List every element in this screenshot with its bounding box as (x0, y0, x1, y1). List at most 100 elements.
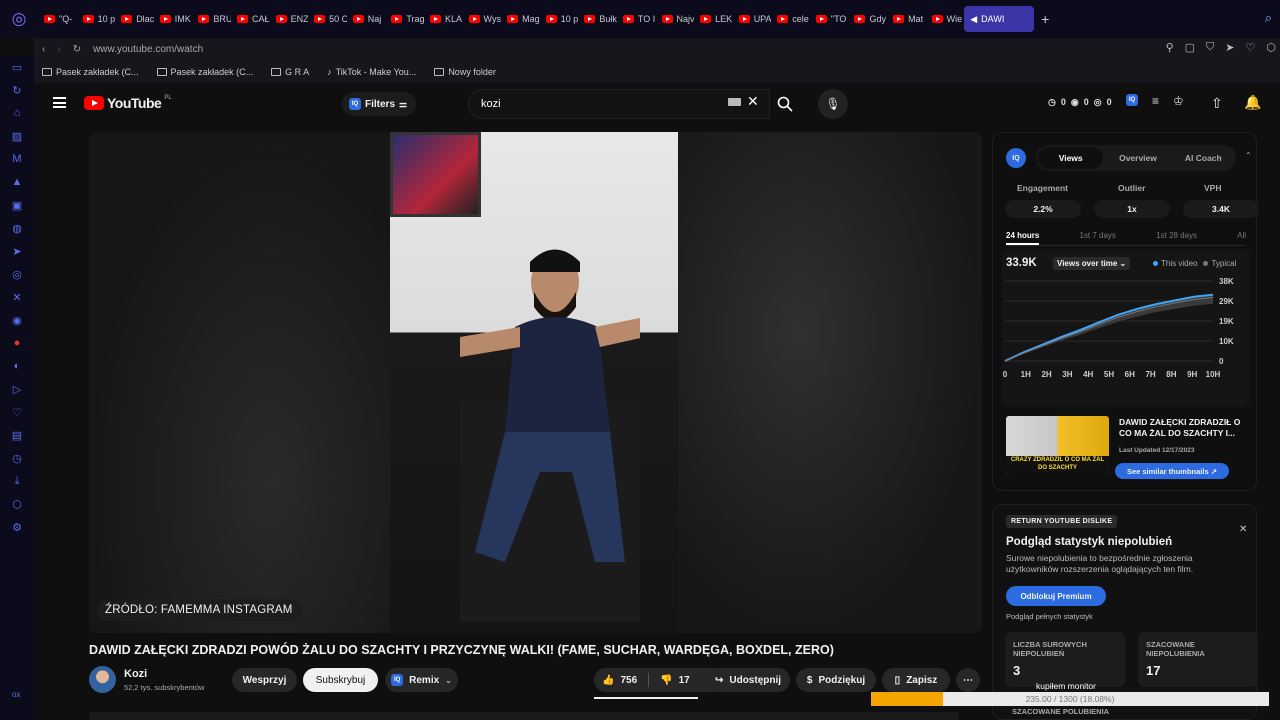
iq-icon[interactable]: IQ (1126, 94, 1138, 106)
range-all[interactable]: All (1237, 231, 1246, 245)
list-icon[interactable]: ≡ (1152, 94, 1159, 108)
new-tab-button[interactable]: + (1034, 11, 1056, 27)
filters-button[interactable]: IQ Filters ⚌ (342, 92, 416, 116)
notifications-icon[interactable]: 🔔 (1244, 94, 1261, 111)
browser-tab[interactable]: Wie (926, 6, 965, 32)
menu-icon[interactable] (53, 97, 66, 108)
media-icon[interactable]: M (10, 152, 24, 166)
tabs-icon[interactable]: ▤ (10, 428, 24, 442)
forward-icon[interactable]: › (57, 44, 60, 55)
browser-tab[interactable]: Mag (501, 6, 540, 32)
remix-button[interactable]: IQ Remix ⌄ (385, 668, 458, 692)
browser-tab[interactable]: Gdy (848, 6, 887, 32)
download-icon[interactable]: ⤓ (10, 474, 24, 488)
wallet-icon[interactable]: ▭ (10, 60, 24, 74)
chart-selector[interactable]: Views over time ⌄ (1053, 257, 1131, 270)
tab-ai-coach[interactable]: AI Coach (1171, 145, 1236, 171)
heart-icon[interactable]: ♡ (10, 405, 24, 419)
tab-views[interactable]: Views (1038, 147, 1104, 169)
channel-avatar[interactable] (89, 666, 116, 693)
tab-search-icon[interactable]: ⌕ (1265, 10, 1272, 26)
browser-tab[interactable]: CAŁ (231, 6, 270, 32)
browser-tab[interactable]: Mat (887, 6, 926, 32)
messenger-icon[interactable]: ◍ (10, 221, 24, 235)
tab-overview[interactable]: Overview (1105, 145, 1170, 171)
sidebar-footer-icon[interactable]: ox (12, 690, 20, 699)
search-button[interactable] (770, 89, 800, 119)
description-box[interactable] (89, 712, 959, 720)
browser-tab[interactable]: Naj (347, 6, 386, 32)
close-icon[interactable]: ✕ (1239, 524, 1247, 535)
bookmark-folder[interactable]: Pasek zakładek (C... (42, 67, 139, 77)
browser-tab[interactable]: Bułk (578, 6, 617, 32)
send-icon[interactable]: ➤ (1225, 41, 1234, 54)
browser-tab[interactable]: 50 C (308, 6, 347, 32)
clear-search-icon[interactable]: ✕ (747, 93, 759, 110)
keyboard-icon[interactable] (728, 98, 741, 106)
bot-icon[interactable]: ⌂ (10, 106, 24, 120)
browser-logo-icon[interactable]: ◎ (0, 0, 38, 38)
youtube-logo[interactable]: YouTube PL (84, 95, 172, 111)
url-field[interactable]: www.youtube.com/watch (93, 44, 203, 55)
bookmark-folder[interactable]: Pasek zakładek (C... (156, 67, 253, 77)
browser-tab[interactable]: Dlac (115, 6, 154, 32)
browser-tab-active[interactable]: ◀ DAWI (964, 6, 1035, 32)
channel-name[interactable]: Kozi (124, 668, 147, 680)
image-icon[interactable]: ▨ (10, 129, 24, 143)
heart-icon[interactable]: ♡ (1246, 41, 1256, 54)
browser-tab[interactable]: BRU (192, 6, 231, 32)
clock-icon[interactable]: ◷ (10, 451, 24, 465)
similar-thumbnails-button[interactable]: See similar thumbnails ↗ (1115, 463, 1229, 479)
bookmark-folder[interactable]: G R A (271, 67, 309, 77)
browser-tab[interactable]: LEK (694, 6, 733, 32)
support-button[interactable]: Wesprzyj (232, 668, 297, 692)
browser-tab[interactable]: "Q- (38, 6, 77, 32)
voice-search-button[interactable]: 🎙 (818, 89, 848, 119)
bookmark-tiktok[interactable]: ♪ TikTok - Make You... (327, 67, 416, 77)
reload-icon[interactable]: ↻ (73, 44, 81, 55)
back-icon[interactable]: ‹ (42, 44, 45, 55)
share-button[interactable]: ↪ Udostępnij (706, 668, 790, 692)
browser-tab[interactable]: Trag (385, 6, 424, 32)
thanks-button[interactable]: $ Podziękuj (796, 668, 876, 692)
telegram-icon[interactable]: ➤ (10, 244, 24, 258)
browser-tab[interactable]: Wys (463, 6, 502, 32)
browser-tab[interactable]: ENZ (270, 6, 308, 32)
browser-tab[interactable]: "TO (810, 6, 849, 32)
screenshot-icon[interactable]: ▢ (1185, 41, 1195, 54)
shield-icon[interactable]: ⛉ (1206, 41, 1214, 54)
spotify-icon[interactable]: ◐ (10, 359, 24, 373)
related-title[interactable]: DAWID ZAŁĘCKI ZDRADZIŁ O CO MA ŻAL DO SZ… (1119, 417, 1249, 439)
pin-icon[interactable]: ⚲ (1166, 41, 1174, 54)
browser-tab[interactable]: TO I (617, 6, 656, 32)
range-28d[interactable]: 1st 28 days (1156, 231, 1197, 245)
browser-tab[interactable]: Najv (656, 6, 694, 32)
more-actions-button[interactable]: ⋯ (956, 668, 980, 692)
extensions-icon[interactable]: ⬡ (10, 497, 24, 511)
dislike-button[interactable]: 👎 17 (660, 675, 690, 686)
send-icon[interactable]: ▷ (10, 382, 24, 396)
settings-icon[interactable]: ⚙ (10, 520, 24, 534)
browser-tab[interactable]: 10 p (77, 6, 116, 32)
x-icon[interactable]: ✕ (10, 290, 24, 304)
like-button[interactable]: 👍 756 (602, 675, 637, 686)
related-thumbnail[interactable]: CRAZY ZDRADZIL O CO MA ŻAL DO SZACHTY (1006, 416, 1109, 474)
chevron-up-icon[interactable]: ⌃ (1245, 151, 1252, 160)
search-input[interactable]: kozi (468, 89, 770, 119)
instagram-icon[interactable]: ◎ (10, 267, 24, 281)
history-icon[interactable]: ↻ (10, 83, 24, 97)
unlock-premium-button[interactable]: Odblokuj Premium (1006, 586, 1106, 606)
twitch-icon[interactable]: ▣ (10, 198, 24, 212)
subscribe-button[interactable]: Subskrybuj (303, 668, 378, 692)
bookmark-folder[interactable]: Nowy folder (434, 67, 496, 77)
browser-tab[interactable]: IMK (154, 6, 193, 32)
save-button[interactable]: ▯ Zapisz (882, 668, 950, 692)
browser-tab[interactable]: UPA (733, 6, 771, 32)
app-icon[interactable]: ● (10, 336, 24, 350)
browser-tab[interactable]: 10 p (540, 6, 579, 32)
range-7d[interactable]: 1st 7 days (1079, 231, 1115, 245)
extensions-icon[interactable]: ⬡ (1266, 41, 1276, 54)
upload-icon[interactable]: ⇧ (1211, 95, 1223, 112)
range-24h[interactable]: 24 hours (1006, 231, 1040, 245)
trophy-icon[interactable]: ♔ (1173, 94, 1184, 108)
